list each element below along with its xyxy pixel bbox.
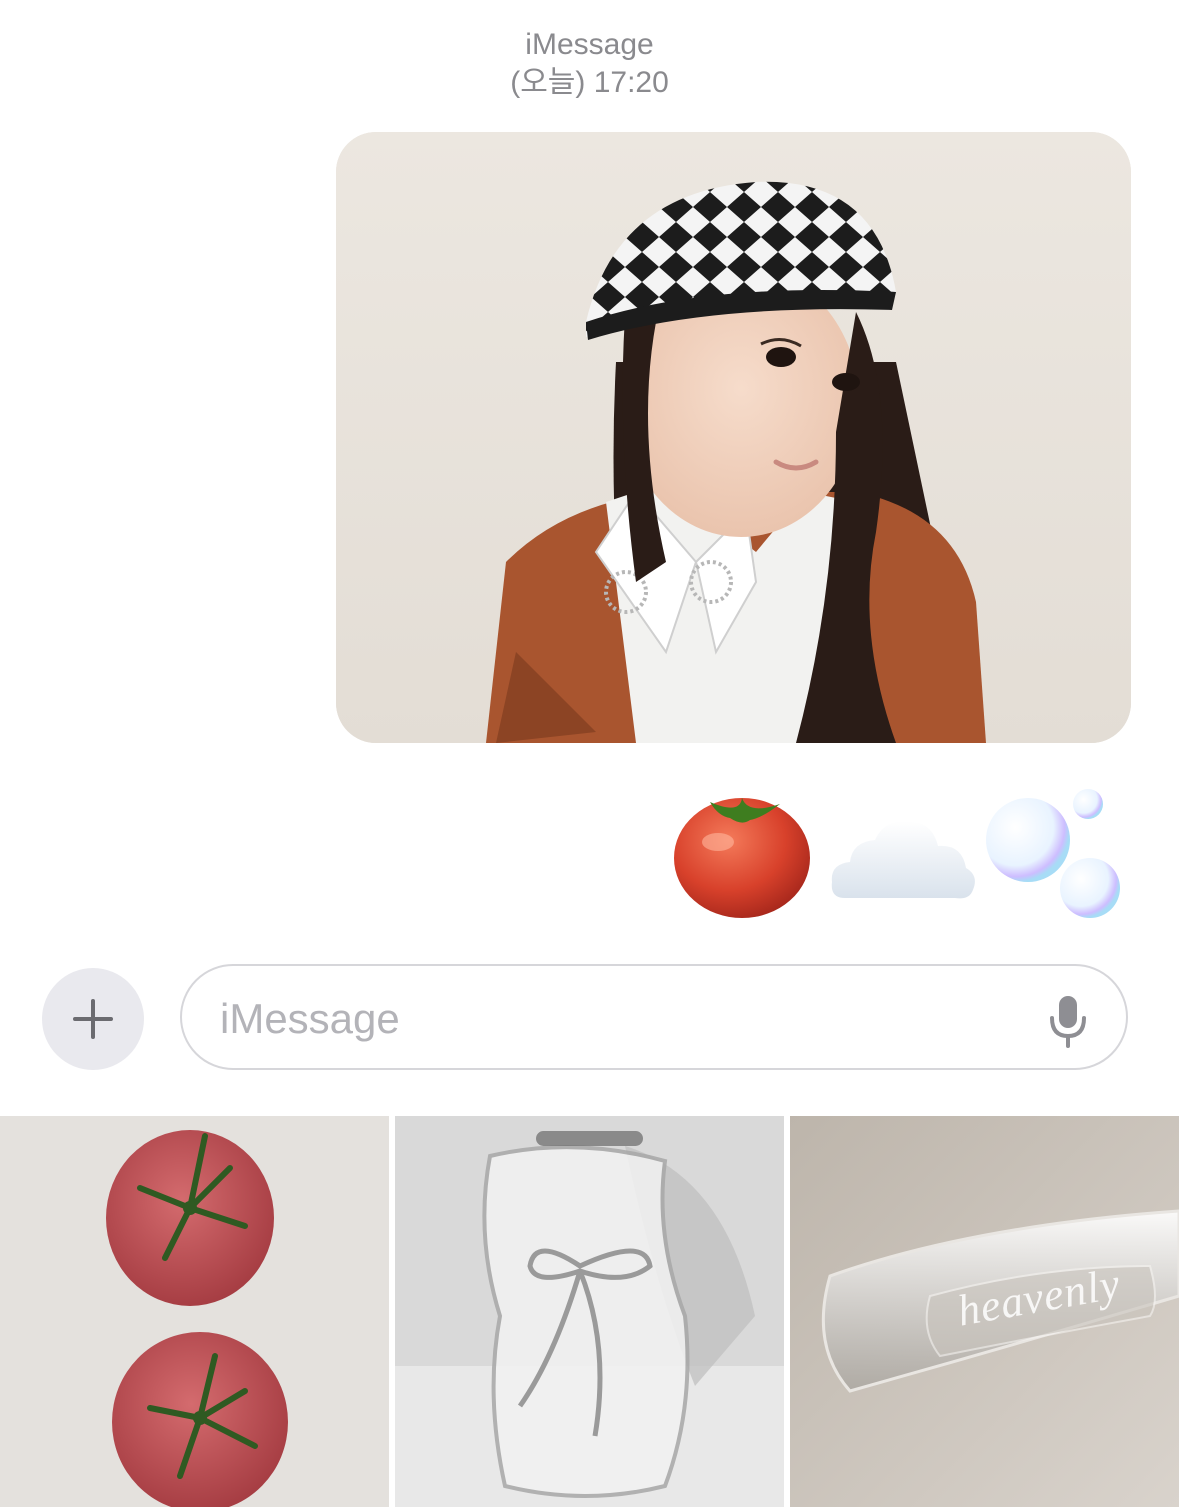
message-input[interactable]: iMessage xyxy=(180,964,1128,1070)
emoji-group xyxy=(674,789,1120,918)
sent-photo-message[interactable] xyxy=(336,132,1131,743)
conversation-header: iMessage (오늘) 17:20 xyxy=(0,26,1179,102)
gallery-photo-glass-vase[interactable] xyxy=(395,1116,784,1507)
add-attachment-button[interactable] xyxy=(42,968,144,1070)
photo-picker: heavenly xyxy=(0,1116,1179,1507)
gallery-photo-glass-object[interactable]: heavenly xyxy=(790,1116,1179,1507)
tomatoes-photo xyxy=(0,1116,389,1507)
tomato-icon xyxy=(674,798,810,918)
sheet-grabber-handle[interactable] xyxy=(536,1131,643,1146)
glass-vase-photo xyxy=(395,1116,784,1507)
message-timestamp: (오늘) 17:20 xyxy=(510,66,669,99)
message-input-placeholder: iMessage xyxy=(220,995,400,1042)
microphone-icon[interactable] xyxy=(1048,994,1088,1048)
cloud-icon xyxy=(831,821,975,899)
emoji-message[interactable] xyxy=(670,780,1130,930)
service-label: iMessage xyxy=(525,28,654,61)
portrait-photo xyxy=(336,132,1131,743)
gallery-photo-tomatoes[interactable] xyxy=(0,1116,389,1507)
plus-icon xyxy=(73,999,113,1039)
message-composer: iMessage xyxy=(0,960,1179,1080)
bubbles-icon xyxy=(986,789,1120,918)
